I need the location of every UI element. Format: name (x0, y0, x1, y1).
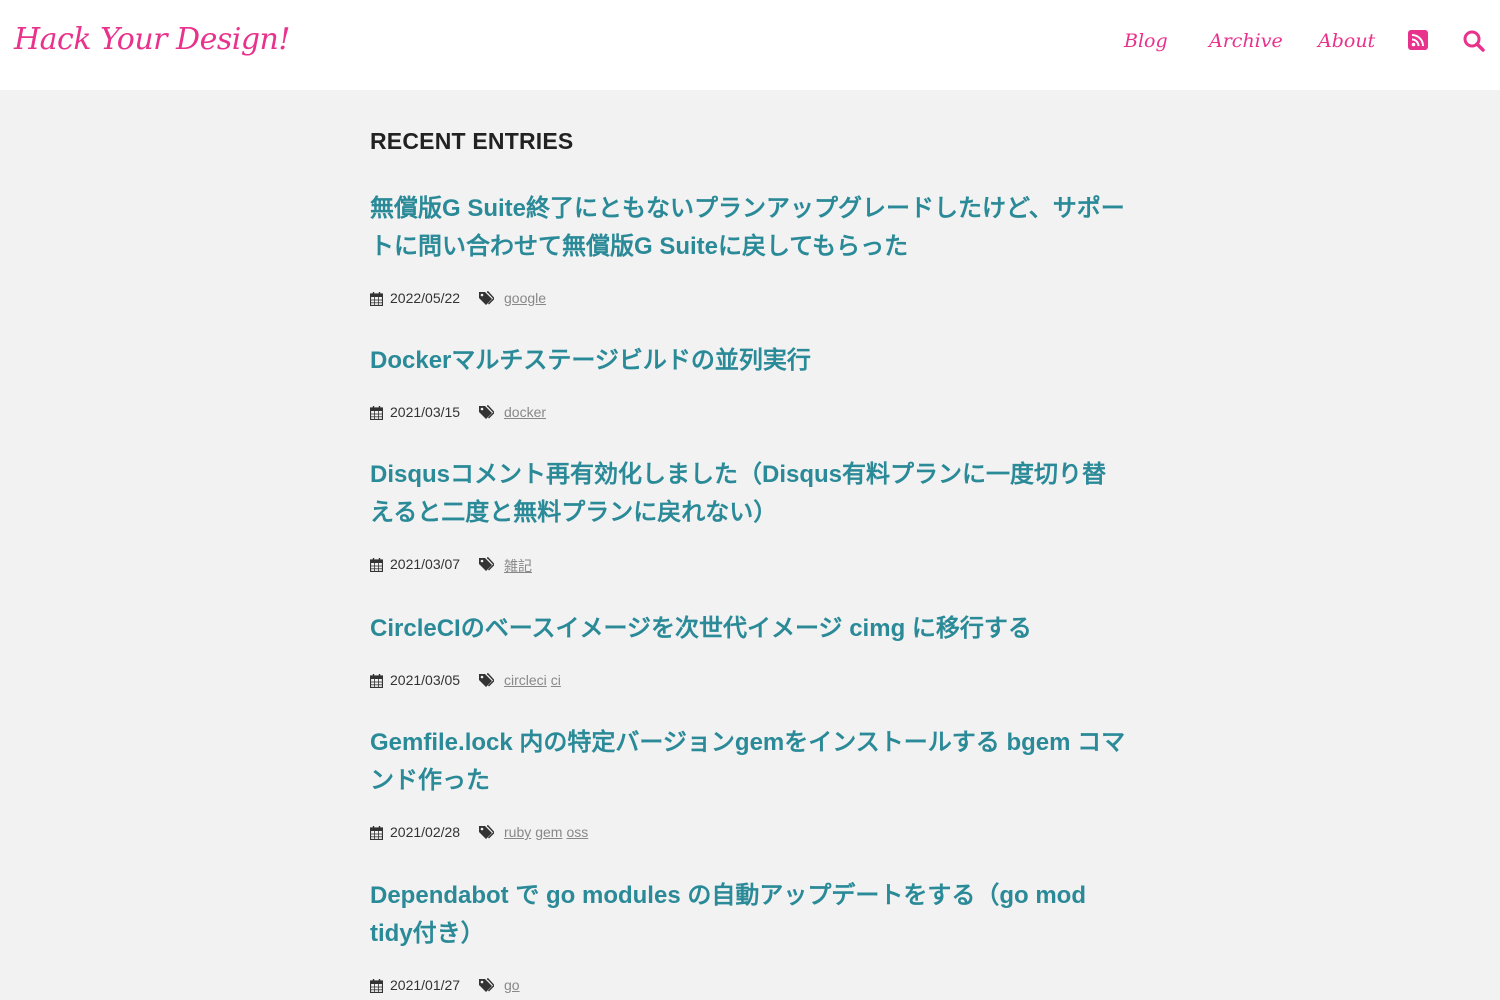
entry-title: Dockerマルチステージビルドの並列実行 (370, 342, 1130, 380)
entry-title-link[interactable]: Gemfile.lock 内の特定バージョンgemをインストールする bgem … (370, 729, 1125, 794)
entry-date: 2022/05/22 (390, 290, 461, 306)
nav-about[interactable]: About (1318, 30, 1375, 52)
entry-item: Dockerマルチステージビルドの並列実行 2021/03/15 docker (369, 342, 1130, 424)
tags-icon (478, 291, 495, 307)
search-icon[interactable] (1462, 29, 1486, 53)
calendar-icon (369, 979, 384, 994)
tag-link[interactable]: go (504, 977, 520, 993)
tag-link[interactable]: ruby (504, 824, 531, 840)
entry-meta: 2021/03/05 circleci ci (369, 672, 1130, 692)
nav-blog[interactable]: Blog (1124, 30, 1168, 52)
entry-title-link[interactable]: Dependabot で go modules の自動アップデートをする（go … (370, 882, 1086, 947)
tag-link[interactable]: google (504, 290, 546, 306)
entry-tags: ruby gem oss (504, 824, 592, 840)
tag-link[interactable]: docker (504, 404, 546, 420)
entry-tags: circleci ci (504, 672, 565, 688)
site-header: Hack Your Design! Blog Archive About (0, 0, 1500, 90)
entry-tags: docker (504, 404, 550, 420)
entry-meta: 2021/02/28 ruby gem oss (369, 824, 1130, 844)
entry-meta: 2021/03/07 雑記 (369, 556, 1130, 576)
rss-icon[interactable] (1408, 30, 1428, 50)
entry-item: CircleCIのベースイメージを次世代イメージ cimg に移行する 2021/… (369, 610, 1130, 692)
tag-link[interactable]: gem (535, 824, 562, 840)
tags-icon (478, 825, 495, 841)
entry-title: Gemfile.lock 内の特定バージョンgemをインストールする bgem … (370, 724, 1130, 800)
calendar-icon (369, 826, 384, 841)
tags-icon (478, 557, 495, 573)
entry-tags: google (504, 290, 550, 306)
section-title: RECENT ENTRIES (370, 128, 574, 154)
entry-title-link[interactable]: Dockerマルチステージビルドの並列実行 (370, 347, 811, 374)
entry-meta: 2021/03/15 docker (369, 404, 1130, 424)
entry-date: 2021/01/27 (390, 977, 461, 993)
entry-item: 無償版G Suite終了にともないプランアップグレードしたけど、サポートに問い合… (369, 190, 1130, 310)
entry-title-link[interactable]: Disqusコメント再有効化しました（Disqus有料プランに一度切り替えると二… (370, 461, 1106, 526)
entry-tags: go (504, 977, 524, 993)
tags-icon (478, 978, 495, 994)
calendar-icon (369, 558, 384, 573)
tag-link[interactable]: circleci (504, 672, 547, 688)
tag-link[interactable]: ci (551, 672, 561, 688)
tag-link[interactable]: oss (566, 824, 588, 840)
calendar-icon (369, 674, 384, 689)
entry-meta: 2021/01/27 go (369, 977, 1130, 997)
entry-date: 2021/03/05 (390, 672, 461, 688)
entry-item: Gemfile.lock 内の特定バージョンgemをインストールする bgem … (369, 724, 1130, 844)
entry-title-link[interactable]: CircleCIのベースイメージを次世代イメージ cimg に移行する (370, 615, 1032, 642)
calendar-icon (369, 406, 384, 421)
entry-date: 2021/02/28 (390, 824, 461, 840)
tags-icon (478, 405, 495, 421)
entry-date: 2021/03/07 (390, 556, 461, 572)
entry-item: Dependabot で go modules の自動アップデートをする（go … (369, 877, 1130, 997)
tag-link[interactable]: 雑記 (504, 558, 532, 574)
entry-title-link[interactable]: 無償版G Suite終了にともないプランアップグレードしたけど、サポートに問い合… (370, 195, 1125, 260)
entry-title: Disqusコメント再有効化しました（Disqus有料プランに一度切り替えると二… (370, 456, 1130, 532)
entry-item: Disqusコメント再有効化しました（Disqus有料プランに一度切り替えると二… (369, 456, 1130, 576)
entry-meta: 2022/05/22 google (369, 290, 1130, 310)
entry-title: 無償版G Suite終了にともないプランアップグレードしたけど、サポートに問い合… (370, 190, 1130, 266)
entry-tags: 雑記 (504, 556, 536, 576)
tags-icon (478, 673, 495, 689)
nav-archive[interactable]: Archive (1209, 30, 1283, 52)
main-nav: Blog Archive About (0, 28, 1500, 64)
entry-title: Dependabot で go modules の自動アップデートをする（go … (370, 877, 1130, 953)
entry-date: 2021/03/15 (390, 404, 461, 420)
entry-title: CircleCIのベースイメージを次世代イメージ cimg に移行する (370, 610, 1130, 648)
calendar-icon (369, 292, 384, 307)
